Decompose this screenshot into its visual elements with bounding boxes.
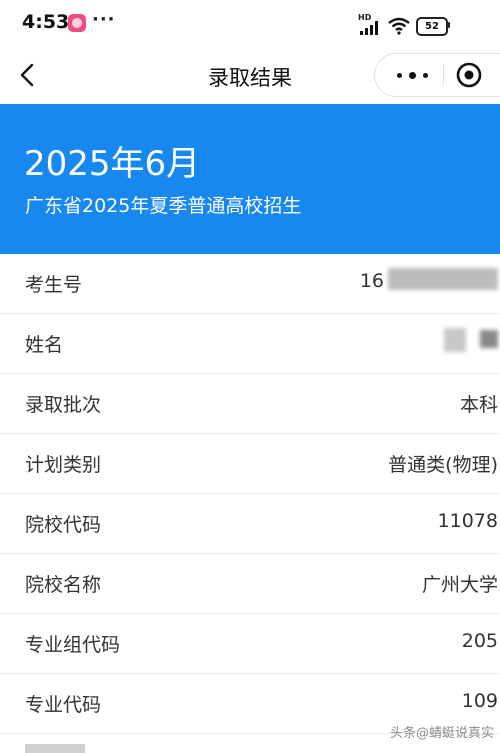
row-value: 109 <box>461 690 498 712</box>
row-value: 本科 <box>459 394 498 416</box>
wifi-icon <box>388 17 410 35</box>
row-name: 姓名 <box>0 314 500 374</box>
row-label: 专业组代码 <box>25 634 121 656</box>
mini-program-capsule <box>374 53 500 97</box>
row-school-name: 院校名称 广州大学 <box>0 554 500 614</box>
row-value: 16 <box>359 270 384 292</box>
row-value: 205 <box>461 630 498 652</box>
status-bar: 4:53 ··· HD 52 <box>0 0 500 50</box>
row-value: 普通类(物理) <box>388 454 498 476</box>
close-mini-program-icon[interactable] <box>455 61 483 89</box>
redacted-block <box>388 268 498 290</box>
app-notification-icon <box>68 14 86 32</box>
more-notifications-icon: ··· <box>92 9 116 30</box>
admission-info-list: 考生号 16 姓名 录取批次 本科 计划类别 普通类(物理) 院校代码 1107… <box>0 254 500 734</box>
capsule-divider <box>443 65 444 85</box>
row-plan-category: 计划类别 普通类(物理) <box>0 434 500 494</box>
row-label: 录取批次 <box>25 394 102 416</box>
row-label: 院校代码 <box>25 514 102 536</box>
redacted-block <box>444 328 466 352</box>
row-major-group-code: 专业组代码 205 <box>0 614 500 674</box>
row-school-code: 院校代码 11078 <box>0 494 500 554</box>
row-admission-batch: 录取批次 本科 <box>0 374 500 434</box>
nav-bar: 录取结果 <box>0 50 500 104</box>
signal-icon <box>360 21 382 35</box>
battery-tip <box>448 22 450 28</box>
row-value: 11078 <box>437 510 498 532</box>
status-indicators: HD 52 <box>358 13 478 37</box>
row-label: 考生号 <box>25 274 83 296</box>
banner-title: 2025年6月 <box>24 144 201 184</box>
row-label: 姓名 <box>25 334 64 356</box>
row-label: 院校名称 <box>25 574 102 596</box>
result-header-banner: 2025年6月 广东省2025年夏季普通高校招生 <box>0 104 500 254</box>
status-time: 4:53 <box>22 11 70 33</box>
next-row-partial <box>0 742 500 753</box>
banner-subtitle: 广东省2025年夏季普通高校招生 <box>25 195 302 217</box>
battery-icon: 52 <box>416 17 448 36</box>
more-options-icon[interactable] <box>389 58 435 92</box>
redacted-block <box>480 330 498 348</box>
row-value: 广州大学 <box>421 574 498 596</box>
row-label: 专业代码 <box>25 694 102 716</box>
row-label: 计划类别 <box>25 454 102 476</box>
watermark: 头条@蜻蜓说真实 <box>389 726 494 741</box>
row-candidate-number: 考生号 16 <box>0 254 500 314</box>
